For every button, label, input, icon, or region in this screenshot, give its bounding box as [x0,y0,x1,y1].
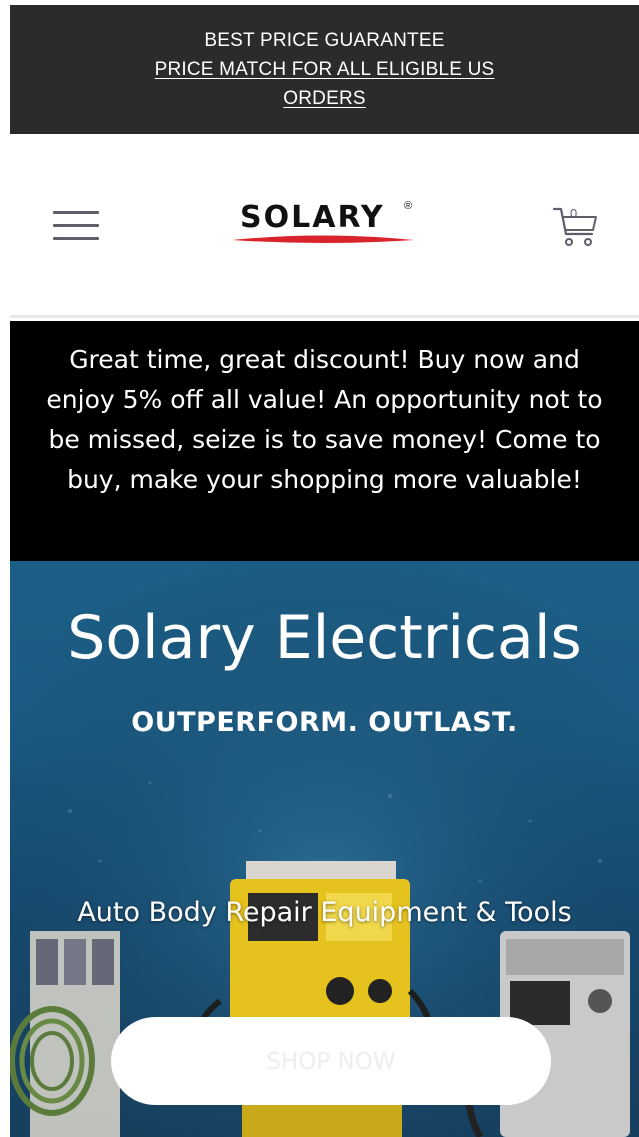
hero-banner: Solary Electricals OUTPERFORM. OUTLAST. … [10,561,639,1137]
site-header: SOLARY ® 0 [10,134,639,318]
logo-registered-mark: ® [404,200,413,212]
cart-count-badge: 0 [570,206,578,221]
price-match-link[interactable]: PRICE MATCH FOR ALL ELIGIBLE US ORDERS [125,55,525,113]
promo-banner: Great time, great discount! Buy now and … [10,321,639,561]
hero-category-label: Auto Body Repair Equipment & Tools [77,897,572,928]
announcement-bar: BEST PRICE GUARANTEE PRICE MATCH FOR ALL… [10,5,639,134]
shop-now-button[interactable]: SHOP NOW [111,1017,551,1105]
logo-text: SOLARY [240,200,385,235]
announcement-headline: BEST PRICE GUARANTEE [204,30,445,51]
hero-tagline: OUTPERFORM. OUTLAST. [131,707,518,738]
page: BEST PRICE GUARANTEE PRICE MATCH FOR ALL… [10,5,639,1137]
hero-title: Solary Electricals [67,603,582,673]
logo-swoosh [232,235,414,243]
hamburger-menu-icon[interactable] [53,211,99,241]
solary-logo[interactable]: SOLARY ® [228,200,418,250]
shopping-cart-icon[interactable]: 0 [552,204,600,248]
